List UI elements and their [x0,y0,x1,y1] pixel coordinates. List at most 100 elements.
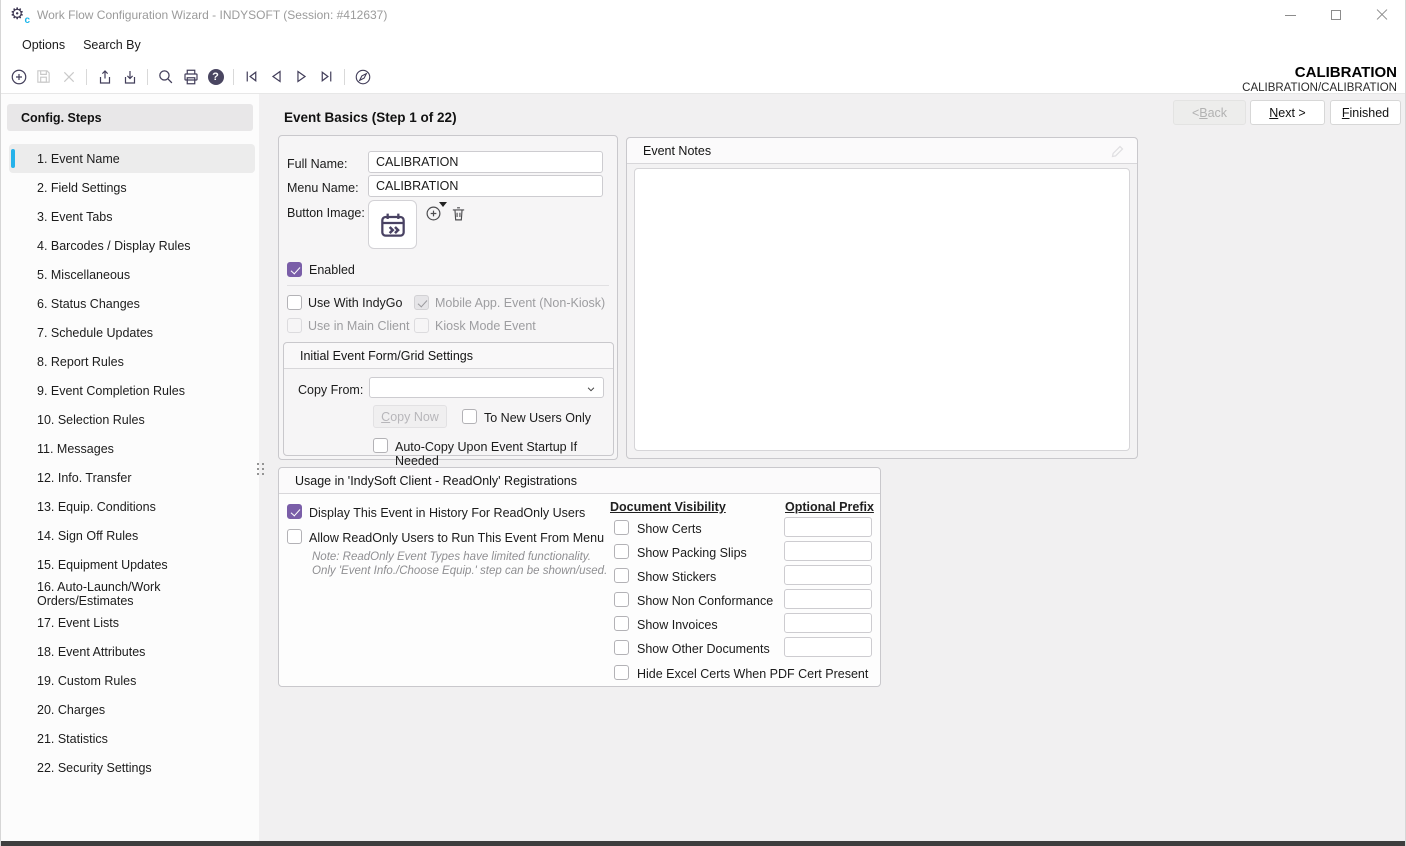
menu-bar: Options Search By [1,30,1405,60]
enabled-label: Enabled [309,263,355,277]
kiosk-mode-event-checkbox[interactable] [414,318,429,333]
sidebar-splitter-handle[interactable] [257,463,269,479]
sidebar-step-label: 8. Report Rules [37,355,124,369]
sidebar-step-item[interactable]: 3. Event Tabs [9,202,255,231]
event-notes-title: Event Notes [627,138,1137,164]
maximize-icon [1331,10,1341,20]
add-image-dropdown-caret[interactable] [439,202,447,207]
sidebar-step-item[interactable]: 19. Custom Rules [9,666,255,695]
display-history-checkbox[interactable] [287,504,302,519]
minimize-button[interactable] [1267,0,1313,30]
sidebar-step-item[interactable]: 17. Event Lists [9,608,255,637]
button-image-preview[interactable] [368,200,417,249]
help-button[interactable] [203,64,228,90]
next-record-button[interactable] [289,64,314,90]
show-document-checkbox[interactable] [614,640,629,655]
auto-copy-checkbox[interactable] [373,438,388,453]
sidebar-step-item[interactable]: 22. Security Settings [9,753,255,782]
maximize-button[interactable] [1313,0,1359,30]
toolbar-separator [86,69,87,85]
show-document-checkbox[interactable] [614,520,629,535]
copy-now-button[interactable]: Copy Now [373,405,447,428]
back-button[interactable]: < Back [1173,100,1246,125]
toolbar-separator [344,69,345,85]
menu-options[interactable]: Options [13,34,74,56]
sidebar-step-label: 4. Barcodes / Display Rules [37,239,191,253]
sidebar-step-item[interactable]: 12. Info. Transfer [9,463,255,492]
sidebar-step-item[interactable]: 16. Auto-Launch/Work Orders/Estimates [9,579,255,608]
print-button[interactable] [178,64,203,90]
to-new-users-only-checkbox[interactable] [462,409,477,424]
hide-excel-certs-label: Hide Excel Certs When PDF Cert Present [637,667,868,681]
prefix-input[interactable] [784,637,872,657]
add-image-button[interactable] [425,205,442,227]
use-with-indygo-checkbox[interactable] [287,295,302,310]
display-history-label: Display This Event in History For ReadOn… [309,506,585,520]
full-name-input[interactable] [368,151,603,173]
import-button[interactable] [117,64,142,90]
menu-name-input[interactable] [368,175,603,197]
prefix-input[interactable] [784,541,872,561]
show-document-checkbox[interactable] [614,544,629,559]
sidebar-step-item[interactable]: 13. Equip. Conditions [9,492,255,521]
allow-run-checkbox[interactable] [287,529,302,544]
use-with-indygo-label: Use With IndyGo [308,296,402,310]
last-record-button[interactable] [314,64,339,90]
toolbar [1,60,1405,94]
menu-name-label: Menu Name: [287,181,359,195]
search-button[interactable] [153,64,178,90]
add-button[interactable] [6,64,31,90]
save-icon [35,68,52,85]
prefix-input[interactable] [784,589,872,609]
sidebar-step-item[interactable]: 18. Event Attributes [9,637,255,666]
edit-notes-icon[interactable] [1110,144,1125,164]
show-document-label: Show Stickers [637,570,716,584]
show-document-checkbox[interactable] [614,592,629,607]
event-notes-textarea[interactable] [634,168,1130,451]
sidebar-step-item[interactable]: 9. Event Completion Rules [9,376,255,405]
sidebar-step-item[interactable]: 5. Miscellaneous [9,260,255,289]
sidebar-step-item[interactable]: 2. Field Settings [9,173,255,202]
sidebar-step-item[interactable]: 21. Statistics [9,724,255,753]
event-path: CALIBRATION/CALIBRATION [1242,82,1397,94]
close-button[interactable] [1359,0,1405,30]
sidebar-step-item[interactable]: 8. Report Rules [9,347,255,376]
sidebar-step-label: 10. Selection Rules [37,413,145,427]
help-icon [208,69,224,85]
save-button[interactable] [31,64,56,90]
printer-icon [182,68,200,86]
enabled-checkbox[interactable] [287,262,302,277]
sidebar-step-item[interactable]: 7. Schedule Updates [9,318,255,347]
finished-button[interactable]: Finished [1330,100,1401,125]
sidebar-step-item[interactable]: 1. Event Name [9,144,255,173]
mobile-app-event-checkbox[interactable] [414,295,429,310]
sidebar-step-item[interactable]: 14. Sign Off Rules [9,521,255,550]
show-document-checkbox[interactable] [614,616,629,631]
navigator-button[interactable] [350,64,375,90]
delete-image-button[interactable] [450,205,467,227]
next-button[interactable]: Next > [1250,100,1325,125]
sidebar-step-item[interactable]: 20. Charges [9,695,255,724]
sidebar-step-item[interactable]: 10. Selection Rules [9,405,255,434]
show-document-checkbox[interactable] [614,568,629,583]
sidebar-step-item[interactable]: 6. Status Changes [9,289,255,318]
sidebar-step-item[interactable]: 11. Messages [9,434,255,463]
sidebar-step-item[interactable]: 4. Barcodes / Display Rules [9,231,255,260]
initial-settings-group: Initial Event Form/Grid Settings Copy Fr… [283,342,614,456]
delete-button[interactable] [56,64,81,90]
export-button[interactable] [92,64,117,90]
sidebar-step-list: 1. Event Name 2. Field Settings 3. Event… [9,144,255,782]
first-record-button[interactable] [239,64,264,90]
sidebar-step-item[interactable]: 15. Equipment Updates [9,550,255,579]
hide-excel-certs-checkbox[interactable] [614,665,629,680]
previous-record-button[interactable] [264,64,289,90]
mobile-app-event-label: Mobile App. Event (Non-Kiosk) [435,296,605,310]
prefix-input[interactable] [784,613,872,633]
menu-search-by[interactable]: Search By [74,34,150,56]
event-basics-panel: Full Name: Menu Name: Button Image: Enab… [278,135,618,460]
selected-accent-bar [11,149,15,168]
prefix-input[interactable] [784,517,872,537]
copy-from-select[interactable] [369,377,604,398]
use-in-main-client-checkbox[interactable] [287,318,302,333]
prefix-input[interactable] [784,565,872,585]
